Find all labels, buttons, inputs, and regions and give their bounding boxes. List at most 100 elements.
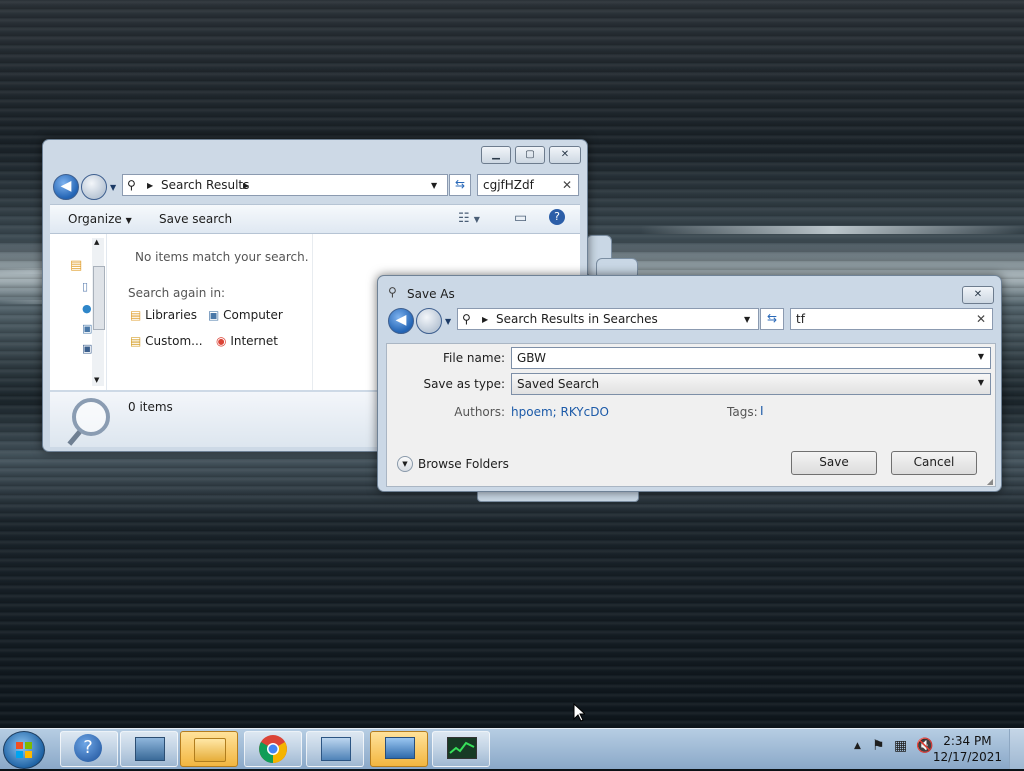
- close-button[interactable]: ✕: [962, 286, 994, 304]
- taskbar-task-manager-app[interactable]: [432, 731, 490, 767]
- search-again-custom[interactable]: ▤ Custom...: [130, 334, 203, 348]
- show-desktop-button[interactable]: [1009, 729, 1024, 769]
- search-input-text: cgjfHZdf: [483, 178, 534, 192]
- taskbar-remote-desktop-app[interactable]: [370, 731, 428, 767]
- forward-arrow-icon[interactable]: [416, 308, 442, 334]
- back-arrow-icon[interactable]: ◀: [388, 308, 414, 334]
- save-type-label: Save as type:: [423, 377, 505, 391]
- taskbar-photos-app[interactable]: [120, 731, 178, 767]
- clock-time: 2:34 PM: [943, 734, 992, 748]
- search-again-libraries[interactable]: ▤ Libraries: [130, 308, 197, 322]
- maximize-button[interactable]: ▢: [515, 146, 545, 164]
- taskbar-explorer-app[interactable]: [180, 731, 238, 767]
- resize-grip-icon[interactable]: ◢: [987, 477, 993, 486]
- address-text[interactable]: Search Results in Searches: [496, 312, 658, 326]
- nav-scroll-thumb[interactable]: [93, 266, 105, 330]
- clock[interactable]: 2:34 PM 12/17/2021: [933, 733, 1002, 765]
- computer-nav-icon[interactable]: ▣: [82, 322, 92, 335]
- file-name-input[interactable]: GBW ▼: [511, 347, 991, 369]
- command-bar: Organize ▼ Save search ☷ ▼ ▭ ?: [50, 204, 580, 234]
- homegroup-nav-icon[interactable]: ●: [82, 302, 92, 315]
- search-input-text: tf: [796, 312, 805, 326]
- taskbar-control-panel-app[interactable]: [306, 731, 364, 767]
- forward-arrow-icon[interactable]: [81, 174, 107, 200]
- recent-pages-dropdown-icon[interactable]: ▼: [445, 317, 451, 326]
- clear-search-icon[interactable]: ✕: [976, 312, 986, 326]
- address-bar[interactable]: ⚲ ▶ Search Results in Searches ▼: [457, 308, 759, 330]
- scroll-down-icon[interactable]: ▼: [94, 376, 99, 384]
- scroll-up-icon[interactable]: ▲: [94, 238, 99, 246]
- search-again-computer[interactable]: ▣ Computer: [208, 308, 283, 322]
- breadcrumb-chevron-icon[interactable]: ▶: [243, 181, 249, 190]
- chrome-icon: [259, 735, 287, 763]
- nav-scrollbar[interactable]: ▲ ▼: [92, 238, 105, 386]
- chevron-down-icon[interactable]: ▼: [397, 456, 413, 472]
- breadcrumb-chevron-icon[interactable]: ▶: [482, 315, 488, 324]
- taskbar-help-app[interactable]: ?: [60, 731, 118, 767]
- libraries-label: Libraries: [145, 308, 197, 322]
- empty-message: No items match your search.: [135, 250, 309, 264]
- save-as-dialog: ⚲ Save As ✕ ◀ ▼ ⚲ ▶ Search Results in Se…: [377, 275, 1002, 492]
- browse-folders-button[interactable]: Browse Folders: [418, 457, 509, 471]
- results-pane: No items match your search. Search again…: [106, 234, 313, 390]
- save-type-dropdown-icon[interactable]: ▼: [978, 378, 984, 387]
- refresh-icon[interactable]: ⇆: [449, 174, 471, 196]
- volume-muted-icon[interactable]: 🔇: [916, 738, 933, 754]
- network-nav-icon[interactable]: ▣: [82, 342, 92, 355]
- libraries-nav-icon[interactable]: ▯: [82, 280, 88, 293]
- cancel-button[interactable]: Cancel: [891, 451, 977, 475]
- mouse-cursor-icon: [573, 703, 585, 722]
- address-dropdown-icon[interactable]: ▼: [431, 181, 437, 190]
- start-button[interactable]: [3, 731, 45, 769]
- organize-label: Organize: [68, 212, 122, 226]
- refresh-icon[interactable]: ⇆: [760, 308, 784, 330]
- items-count: 0 items: [128, 400, 173, 414]
- clear-search-icon[interactable]: ✕: [562, 178, 572, 192]
- address-bar[interactable]: ⚲ ▶ Search Results ▶ ▼: [122, 174, 448, 196]
- wallpaper-streak: [640, 226, 1024, 234]
- network-icon[interactable]: ▦: [894, 738, 907, 754]
- save-type-select[interactable]: Saved Search ▼: [511, 373, 991, 395]
- save-search-button[interactable]: Save search: [159, 212, 232, 226]
- system-tray: ▲ ⚑ ▦ 🔇 2:34 PM 12/17/2021: [834, 729, 1024, 769]
- recent-pages-dropdown-icon[interactable]: ▼: [110, 183, 116, 192]
- preview-pane-icon[interactable]: ▭: [514, 210, 527, 226]
- help-icon[interactable]: ?: [549, 209, 565, 225]
- breadcrumb-chevron-icon[interactable]: ▶: [147, 181, 153, 190]
- favorites-icon[interactable]: ▤: [70, 258, 82, 273]
- back-arrow-icon[interactable]: ◀: [53, 174, 79, 200]
- view-options-icon[interactable]: ☷ ▼: [458, 211, 480, 226]
- computer-icon: ▣: [208, 308, 220, 322]
- close-button[interactable]: ✕: [549, 146, 581, 164]
- magnifier-icon: ⚲: [388, 285, 397, 299]
- minimize-button[interactable]: ▁: [481, 146, 511, 164]
- search-input[interactable]: tf ✕: [790, 308, 993, 330]
- address-dropdown-icon[interactable]: ▼: [744, 315, 750, 324]
- clock-date: 12/17/2021: [932, 750, 1002, 764]
- magnifier-icon: ⚲: [127, 178, 136, 192]
- save-form: File name: GBW ▼ Save as type: Saved Sea…: [386, 343, 996, 487]
- custom-folder-icon: ▤: [130, 334, 142, 348]
- internet-label: Internet: [230, 334, 278, 348]
- address-text[interactable]: Search Results: [161, 178, 249, 192]
- tags-input[interactable]: I: [760, 404, 768, 418]
- authors-value[interactable]: hpoem; RKYcDO: [511, 405, 609, 419]
- search-input[interactable]: cgjfHZdf ✕: [477, 174, 579, 196]
- search-again-label: Search again in:: [128, 286, 226, 300]
- custom-label: Custom...: [145, 334, 203, 348]
- folder-icon: [194, 738, 226, 762]
- authors-label: Authors:: [454, 405, 505, 419]
- file-name-dropdown-icon[interactable]: ▼: [978, 352, 984, 361]
- show-hidden-icons-icon[interactable]: ▲: [854, 741, 861, 751]
- libraries-icon: ▤: [130, 308, 142, 322]
- explorer-navbar: ◀ ▼ ⚲ ▶ Search Results ▶ ▼ ⇆ cgjfHZdf ✕: [51, 174, 581, 200]
- organize-button[interactable]: Organize ▼: [68, 212, 132, 226]
- taskbar: ? ▲ ⚑ ▦ 🔇 2:34 PM 12/17/2021: [0, 728, 1024, 769]
- taskbar-chrome-app[interactable]: [244, 731, 302, 767]
- task-manager-icon: [447, 737, 477, 759]
- windows-logo-icon: [16, 742, 32, 758]
- action-center-flag-icon[interactable]: ⚑: [872, 738, 885, 754]
- save-button[interactable]: Save: [791, 451, 877, 475]
- search-again-internet[interactable]: ◉ Internet: [216, 334, 278, 348]
- dialog-title: Save As: [407, 287, 455, 301]
